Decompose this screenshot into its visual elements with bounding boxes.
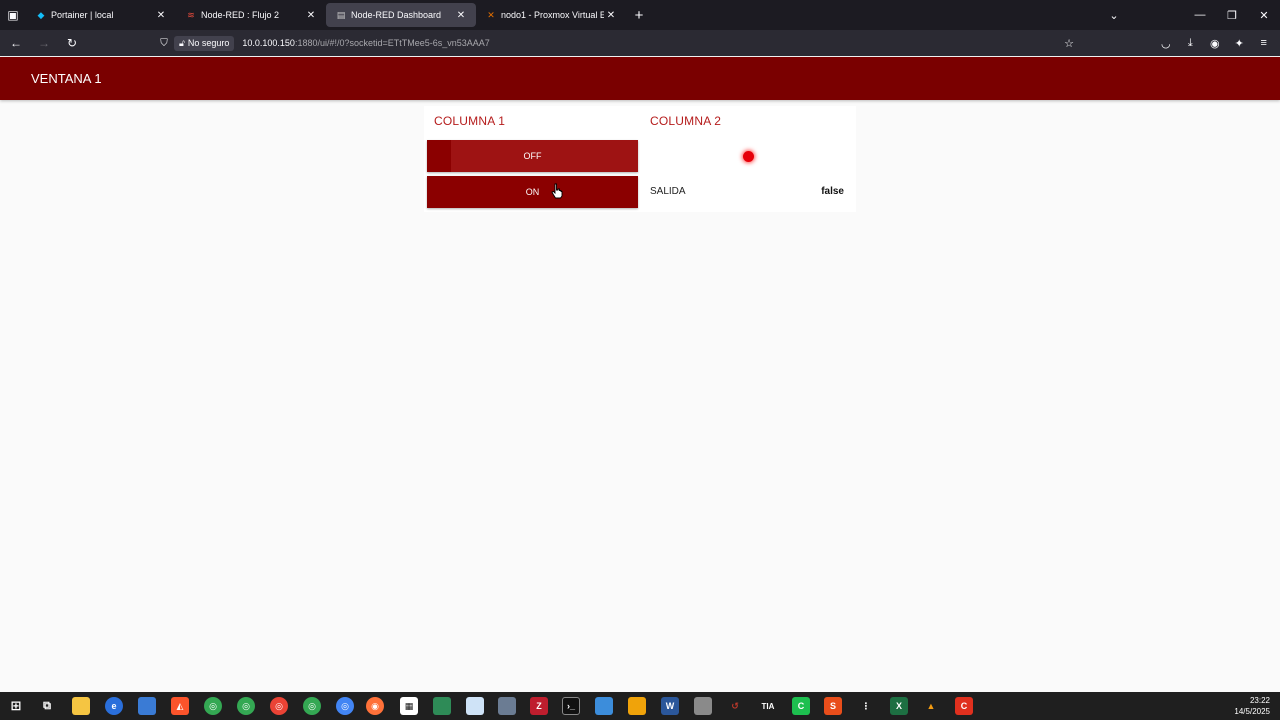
window-controls: ⌄ — ❐ ✕	[1098, 0, 1280, 30]
taskbar: ⊞ ⧉ e ◭ ◎ ◎ ◎ ◎ ◎ ◉ ▦ Z ›_ W ↺ TIA C S ⋮…	[0, 692, 1280, 720]
group-columna-1: COLUMNA 1 OFF ON	[424, 106, 640, 212]
toolbar-icons: ◡ ⤓ ◉ ✦ ≡	[1154, 30, 1277, 56]
file-explorer-icon[interactable]	[72, 697, 90, 715]
shield-icon[interactable]: ⛉	[154, 38, 174, 49]
account-icon[interactable]: ◉	[1203, 37, 1228, 50]
chrome-profile-icon[interactable]: ◎	[237, 697, 255, 715]
node-red-dashboard-icon: ▤	[336, 9, 346, 20]
tab-title: Node-RED : Flujo 2	[201, 10, 280, 20]
on-button[interactable]: ON	[427, 176, 638, 208]
word-icon[interactable]: W	[661, 697, 679, 715]
tab-node-red-dashboard[interactable]: ▤ Node-RED Dashboard ✕	[326, 3, 476, 27]
close-window-icon[interactable]: ✕	[1248, 9, 1280, 22]
reload-icon[interactable]: ↻	[60, 31, 84, 55]
clock-time: 23:22	[1249, 696, 1270, 705]
chrome-profile-icon[interactable]: ◎	[303, 697, 321, 715]
lock-icon: 🔓︎	[179, 37, 185, 48]
filezilla-icon[interactable]: Z	[530, 697, 548, 715]
pocket-icon[interactable]: ◡	[1154, 37, 1179, 50]
app-icon[interactable]	[694, 697, 712, 715]
salida-label: SALIDA	[650, 186, 686, 197]
tab-title: Node-RED Dashboard	[351, 10, 442, 20]
page-title: VENTANA 1	[31, 71, 102, 86]
bookmark-star-icon[interactable]: ☆	[1064, 37, 1074, 50]
on-button-label: ON	[525, 187, 540, 197]
close-icon[interactable]: ✕	[454, 10, 468, 21]
system-clock[interactable]: 23:22 14/5/2025	[1234, 695, 1270, 717]
chrome-profile-icon[interactable]: ◎	[270, 697, 288, 715]
vscode-icon[interactable]	[628, 697, 646, 715]
off-button-label: OFF	[523, 151, 542, 161]
off-button[interactable]: OFF	[427, 140, 638, 172]
vlc-icon[interactable]: ▲	[922, 697, 940, 715]
app-icon[interactable]: S	[824, 697, 842, 715]
app-icon[interactable]: ↺	[726, 697, 744, 715]
chrome-profile-icon[interactable]: ◎	[336, 697, 354, 715]
chevron-down-icon[interactable]: ⌄	[1098, 9, 1130, 22]
extensions-icon[interactable]: ✦	[1227, 37, 1252, 50]
security-indicator[interactable]: 🔓︎ No seguro	[174, 35, 235, 51]
firefox-icon[interactable]: ◉	[366, 697, 384, 715]
app-icon[interactable]	[433, 697, 451, 715]
security-label: No seguro	[187, 38, 230, 48]
dashboard-header: VENTANA 1	[0, 57, 1280, 100]
close-icon[interactable]: ✕	[604, 10, 618, 21]
salida-value: false	[821, 186, 844, 197]
back-icon[interactable]: ←	[4, 31, 28, 55]
close-icon[interactable]: ✕	[304, 10, 318, 21]
group-title: COLUMNA 2	[650, 114, 722, 128]
chrome-icon[interactable]: ◎	[204, 697, 222, 715]
downloads-icon[interactable]: ⤓	[1178, 37, 1203, 50]
url-host: 10.0.100.150	[242, 38, 295, 48]
group-title: COLUMNA 1	[434, 114, 506, 128]
browser-nav-bar: ← → ↻ ⛉ 🔓︎ No seguro 10.0.100.150:1880/u…	[0, 30, 1280, 56]
tia-portal-icon[interactable]: TIA	[759, 697, 777, 715]
network-icon[interactable]	[498, 697, 516, 715]
node-red-icon: ≋	[187, 9, 195, 20]
tab-title: Portainer | local	[51, 10, 114, 20]
hand-cursor-icon	[551, 183, 563, 199]
forward-icon[interactable]: →	[32, 31, 56, 55]
app-icon[interactable]: ▦	[400, 697, 418, 715]
minimize-icon[interactable]: —	[1184, 9, 1216, 21]
brave-icon[interactable]: ◭	[171, 697, 189, 715]
tab-node-red-flujo[interactable]: ≋ Node-RED : Flujo 2 ✕	[176, 0, 326, 30]
tab-list-icon[interactable]: ▣	[0, 0, 26, 30]
url-bar[interactable]: ⛉ 🔓︎ No seguro 10.0.100.150:1880/ui/#!/0…	[154, 33, 1082, 53]
restore-icon[interactable]: ❐	[1216, 9, 1248, 22]
status-led	[743, 151, 754, 162]
close-icon[interactable]: ✕	[154, 10, 168, 21]
app-icon[interactable]: C	[792, 697, 810, 715]
url-path: :1880/ui/#!/0?socketid=ETtTMee5-6s_vn53A…	[294, 38, 490, 48]
tab-proxmox[interactable]: ✕ nodo1 - Proxmox Virtual Enviro ✕	[476, 0, 626, 30]
remote-desktop-icon[interactable]	[595, 697, 613, 715]
clock-date: 14/5/2025	[1234, 707, 1270, 716]
task-view-icon[interactable]: ⧉	[38, 697, 56, 715]
proxmox-icon: ✕	[487, 9, 495, 20]
browser-tab-bar: ▣ ◆ Portainer | local ✕ ≋ Node-RED : Flu…	[0, 0, 1280, 30]
app-icon[interactable]: C	[955, 697, 973, 715]
tab-portainer[interactable]: ◆ Portainer | local ✕	[26, 0, 176, 30]
edge-icon[interactable]: e	[105, 697, 123, 715]
tab-title: nodo1 - Proxmox Virtual Enviro	[501, 10, 604, 20]
windows-start-icon[interactable]: ⊞	[7, 697, 25, 715]
portainer-icon: ◆	[37, 9, 45, 20]
group-columna-2: COLUMNA 2 SALIDA false	[640, 106, 856, 212]
app-icon[interactable]: ⋮	[857, 697, 875, 715]
new-tab-icon[interactable]: +	[626, 7, 652, 24]
notepad-icon[interactable]	[466, 697, 484, 715]
terminal-icon[interactable]: ›_	[562, 697, 580, 715]
menu-icon[interactable]: ≡	[1252, 37, 1277, 49]
excel-icon[interactable]: X	[890, 697, 908, 715]
app-icon[interactable]	[138, 697, 156, 715]
